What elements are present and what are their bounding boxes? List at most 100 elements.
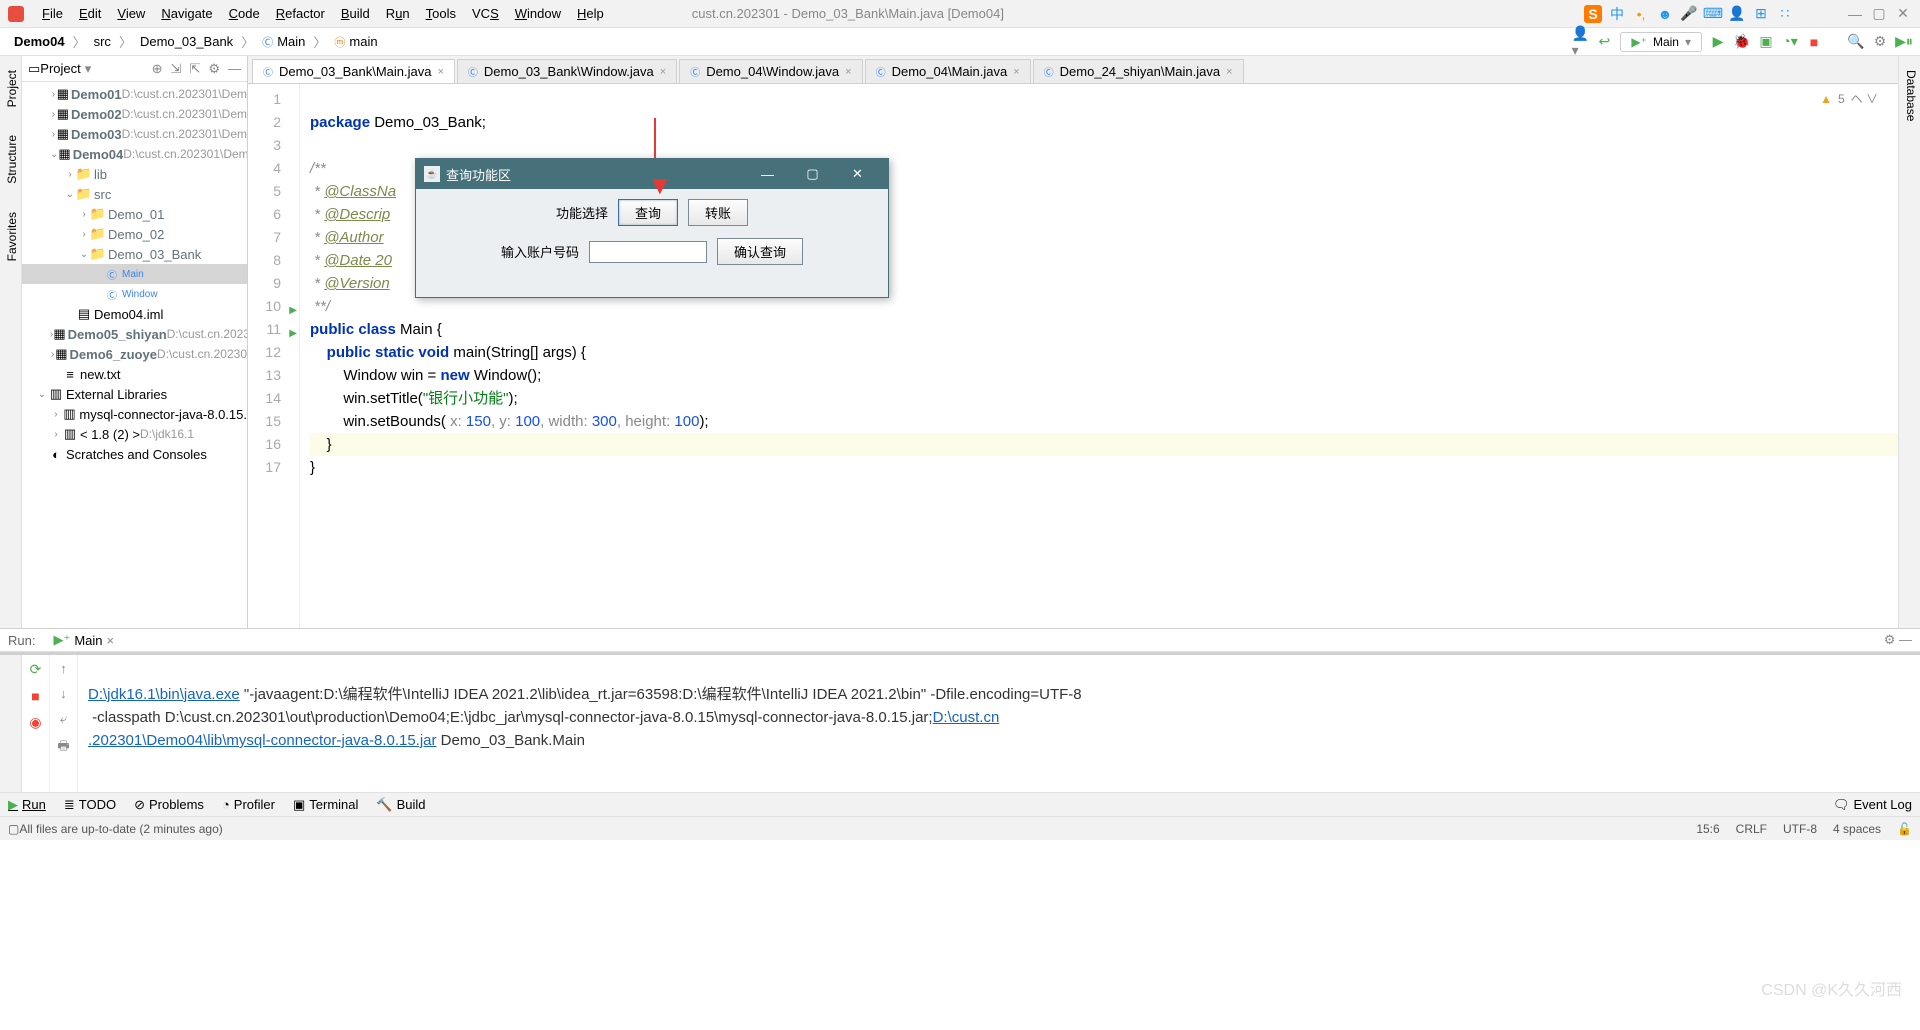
sidetab-favorites[interactable]: Favorites	[0, 208, 21, 265]
menu-navigate[interactable]: Navigate	[153, 3, 220, 24]
console-link[interactable]: D:\cust.cn	[933, 709, 1000, 726]
ime-keyboard-icon[interactable]: ⌨	[1704, 5, 1722, 23]
ime-grid-icon[interactable]: ⊞	[1752, 5, 1770, 23]
status-caret[interactable]: 15:6	[1696, 822, 1719, 836]
menu-help[interactable]: Help	[569, 3, 612, 24]
status-encoding[interactable]: UTF-8	[1783, 822, 1817, 836]
debug-icon[interactable]: 🐞	[1734, 34, 1750, 50]
menu-view[interactable]: View	[109, 3, 153, 24]
coverage-icon[interactable]: ▣	[1758, 34, 1774, 50]
expand-all-icon[interactable]: ⇲	[171, 61, 182, 77]
tree-row[interactable]: ⌄▦Demo04 D:\cust.cn.202301\Dem	[22, 144, 247, 164]
user-icon[interactable]: 👤▾	[1572, 34, 1588, 50]
status-indent[interactable]: 4 spaces	[1833, 822, 1881, 836]
tree-row[interactable]: ›▦Demo03 D:\cust.cn.202301\Dem	[22, 124, 247, 144]
dialog-maximize-icon[interactable]: ▢	[790, 159, 835, 189]
window-minimize-icon[interactable]: —	[1846, 5, 1864, 23]
tree-row[interactable]: ⌄📁Demo_03_Bank	[22, 244, 247, 264]
status-line-ending[interactable]: CRLF	[1736, 822, 1767, 836]
account-input[interactable]	[589, 241, 707, 263]
select-opened-icon[interactable]: ⊕	[152, 61, 163, 77]
bottom-tab-run[interactable]: ▶Run	[8, 797, 46, 813]
tree-row[interactable]: ›📁Demo_01	[22, 204, 247, 224]
exit-icon[interactable]: ◉	[29, 714, 41, 731]
run-settings-icon[interactable]: ⚙ —	[1884, 632, 1912, 648]
ime-face-icon[interactable]: ☻	[1656, 5, 1674, 23]
run-tab[interactable]: ▶⁺Main ×	[45, 630, 122, 650]
query-button[interactable]: 查询	[618, 199, 678, 226]
settings-icon[interactable]: ⚙	[1872, 34, 1888, 50]
bottom-tab-problems[interactable]: ⊘Problems	[134, 797, 204, 813]
editor-tab[interactable]: ⒸDemo_04\Window.java×	[679, 59, 862, 83]
editor-tab[interactable]: ⒸDemo_24_shiyan\Main.java×	[1033, 59, 1244, 83]
menu-window[interactable]: Window	[507, 3, 569, 24]
run-icon[interactable]: ▶	[1710, 34, 1726, 50]
console-link[interactable]: .202301\Demo04\lib\mysql-connector-java-…	[88, 732, 437, 749]
hide-icon[interactable]: —	[228, 61, 241, 77]
tree-row[interactable]: ›▦Demo02 D:\cust.cn.202301\Dem	[22, 104, 247, 124]
ime-mic-icon[interactable]: 🎤	[1680, 5, 1698, 23]
crumb-src[interactable]: src	[88, 32, 117, 51]
back-icon[interactable]: ↩	[1596, 34, 1612, 50]
ime-apps-icon[interactable]: ∷	[1776, 5, 1794, 23]
ime-user-icon[interactable]: 👤	[1728, 5, 1746, 23]
tree-row[interactable]: ⒸWindow	[22, 284, 247, 304]
menu-edit[interactable]: Edit	[71, 3, 109, 24]
bottom-tab-todo[interactable]: ≣TODO	[64, 797, 116, 813]
crumb-package[interactable]: Demo_03_Bank	[134, 32, 239, 51]
ime-dot-icon[interactable]: •,	[1632, 5, 1650, 23]
tree-row[interactable]: ≡new.txt	[22, 364, 247, 384]
gutter[interactable]: 12345678910▶11▶121314151617	[248, 84, 300, 628]
tree-row[interactable]: ›▥mysql-connector-java-8.0.15.	[22, 404, 247, 424]
crumb-class[interactable]: ⒸMain	[256, 32, 311, 52]
dialog-close-icon[interactable]: ✕	[835, 159, 880, 189]
console[interactable]: D:\jdk16.1\bin\java.exe "-javaagent:D:\编…	[78, 655, 1920, 792]
bottom-tab-eventlog[interactable]: 🗨Event Log	[1833, 797, 1912, 813]
settings-icon[interactable]: ⚙	[208, 61, 220, 77]
tree-row[interactable]: ›📁lib	[22, 164, 247, 184]
window-maximize-icon[interactable]: ▢	[1870, 5, 1888, 23]
editor-tab[interactable]: ⒸDemo_03_Bank\Main.java×	[252, 59, 455, 83]
window-close-icon[interactable]: ✕	[1894, 5, 1912, 23]
tree-row[interactable]: ▤Demo04.iml	[22, 304, 247, 324]
search-icon[interactable]: 🔍	[1848, 34, 1864, 50]
editor-tab[interactable]: ⒸDemo_04\Main.java×	[865, 59, 1031, 83]
rerun-icon[interactable]: ⟳	[30, 661, 42, 678]
dialog-minimize-icon[interactable]: —	[745, 159, 790, 189]
tree-row[interactable]: ›▦Demo6_zuoye D:\cust.cn.20230	[22, 344, 247, 364]
softwrap-icon[interactable]: ⤶	[60, 711, 67, 727]
tree-row[interactable]: ›▥< 1.8 (2) > D:\jdk16.1	[22, 424, 247, 444]
bottom-tab-terminal[interactable]: ▣Terminal	[293, 797, 358, 813]
bottom-tab-profiler[interactable]: ◔Profiler	[222, 797, 275, 812]
status-icon[interactable]: ▢	[8, 822, 19, 836]
bottom-tab-build[interactable]: 🔨Build	[376, 797, 425, 813]
sync-icon[interactable]: ▶⏸	[1896, 34, 1912, 50]
stop-run-icon[interactable]: ■	[31, 688, 39, 704]
editor-tab[interactable]: ⒸDemo_03_Bank\Window.java×	[457, 59, 677, 83]
tree-row[interactable]: ›📁Demo_02	[22, 224, 247, 244]
collapse-all-icon[interactable]: ⇱	[189, 61, 200, 77]
tree-row[interactable]: ›▦Demo01 D:\cust.cn.202301\Dem	[22, 84, 247, 104]
menu-refactor[interactable]: Refactor	[268, 3, 333, 24]
menu-file[interactable]: File	[34, 3, 71, 24]
sidetab-structure[interactable]: Structure	[0, 131, 21, 188]
confirm-query-button[interactable]: 确认查询	[717, 238, 803, 265]
menu-tools[interactable]: Tools	[418, 3, 464, 24]
down-icon[interactable]: ↓	[60, 686, 67, 701]
print-icon[interactable]: 🖶	[57, 737, 69, 759]
sogou-icon[interactable]: S	[1584, 5, 1602, 23]
ime-zh-icon[interactable]: 中	[1608, 5, 1626, 23]
tree-row[interactable]: ⌄📁src	[22, 184, 247, 204]
project-tree[interactable]: ›▦Demo01 D:\cust.cn.202301\Dem›▦Demo02 D…	[22, 82, 247, 628]
tree-row[interactable]: ⌄▥External Libraries	[22, 384, 247, 404]
console-link[interactable]: D:\jdk16.1\bin\java.exe	[88, 686, 240, 703]
menu-run[interactable]: Run	[378, 3, 418, 24]
tree-row[interactable]: ⒸMain	[22, 264, 247, 284]
tree-row[interactable]: ›▦Demo05_shiyan D:\cust.cn.2023	[22, 324, 247, 344]
sidetab-database[interactable]: Database	[1902, 66, 1920, 628]
crumb-method[interactable]: ⓜmain	[328, 32, 383, 52]
transfer-button[interactable]: 转账	[688, 199, 748, 226]
profile-icon[interactable]: ◔▾	[1782, 34, 1798, 50]
menu-code[interactable]: Code	[221, 3, 268, 24]
stop-icon[interactable]: ■	[1806, 34, 1822, 50]
